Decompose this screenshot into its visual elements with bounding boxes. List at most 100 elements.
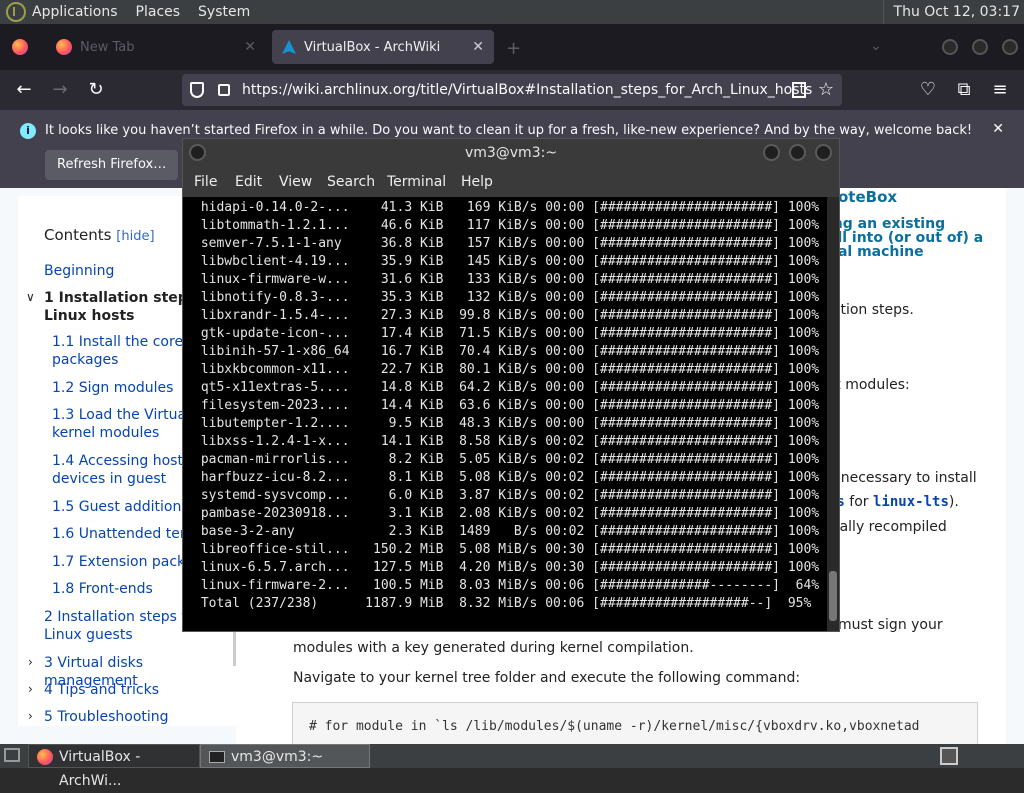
terminal-line: libinih-57-1-x86_64 16.7 KiB 70.4 KiB/s … <box>193 344 820 359</box>
chevron-right-icon[interactable]: › <box>28 655 33 669</box>
menu-applications[interactable]: Applications <box>32 4 118 20</box>
article-text: Navigate to your kernel tree folder and … <box>293 670 801 686</box>
terminal-titlebar[interactable]: vm3@vm3:~ <box>183 139 839 167</box>
terminal-line: filesystem-2023.... 14.4 KiB 63.6 KiB/s … <box>193 398 820 413</box>
toc-item-install-core-cont[interactable]: packages <box>52 351 118 369</box>
taskbar-item-terminal[interactable]: vm3@vm3:~ <box>200 744 370 768</box>
menu-search[interactable]: Search <box>327 174 375 190</box>
taskbar: VirtualBox - ArchWi... vm3@vm3:~ <box>0 744 1024 789</box>
pocket-icon[interactable]: ♡ <box>916 79 940 100</box>
related-link-line[interactable]: ual machine <box>828 244 924 260</box>
terminal-line: pacman-mirrorlis... 8.2 KiB 5.05 KiB/s 0… <box>193 452 820 467</box>
terminal-line: harfbuzz-icu-8.2... 8.1 KiB 5.08 KiB/s 0… <box>193 470 820 485</box>
reload-icon[interactable]: ↻ <box>84 79 108 100</box>
maximize-button[interactable] <box>789 144 806 161</box>
toc-item-load-modules-cont[interactable]: kernel modules <box>52 424 159 442</box>
maximize-button[interactable] <box>972 39 988 55</box>
archlinux-icon <box>282 40 296 54</box>
terminal-scrollbar[interactable] <box>827 197 839 631</box>
toc-item-guest-additions[interactable]: 1.5 Guest additions <box>52 498 189 516</box>
terminal-menubar: File Edit View Search Terminal Help <box>183 167 839 197</box>
task-label: VirtualBox - ArchWi... <box>59 749 141 789</box>
firefox-icon <box>37 749 53 765</box>
close-icon[interactable]: ✕ <box>472 39 484 55</box>
terminal-output[interactable]: hidapi-0.14.0-2-... 41.3 KiB 169 KiB/s 0… <box>183 197 827 631</box>
terminal-line: systemd-sysvcomp... 6.0 KiB 3.87 KiB/s 0… <box>193 488 820 503</box>
reader-view-icon[interactable] <box>792 82 806 98</box>
lock-icon[interactable] <box>218 84 230 96</box>
clock[interactable]: Thu Oct 12, 03:17 <box>882 0 1020 24</box>
chevron-down-icon[interactable]: ⌄ <box>870 38 882 54</box>
tab-new-tab[interactable]: New Tab ✕ <box>44 30 266 64</box>
url-bar[interactable]: https://wiki.archlinux.org/title/Virtual… <box>182 74 842 106</box>
close-window-button[interactable] <box>815 144 832 161</box>
toc-item-front-ends[interactable]: 1.8 Front-ends <box>52 580 153 598</box>
toc-item-load-modules[interactable]: 1.3 Load the VirtualB <box>52 406 200 424</box>
url-text[interactable]: https://wiki.archlinux.org/title/Virtual… <box>242 82 812 98</box>
menu-terminal[interactable]: Terminal <box>387 174 446 190</box>
toc-item-unattended[interactable]: 1.6 Unattended temp <box>52 525 202 543</box>
terminal-window[interactable]: vm3@vm3:~ File Edit View Search Terminal… <box>182 138 840 632</box>
terminal-line: hidapi-0.14.0-2-... 41.3 KiB 169 KiB/s 0… <box>193 200 820 215</box>
forward-icon[interactable]: → <box>48 79 72 100</box>
package-link-linux-lts[interactable]: linux-lts <box>873 494 949 510</box>
window-menu-button[interactable] <box>189 144 206 161</box>
scrollbar-thumb[interactable] <box>829 571 837 621</box>
minimize-button[interactable] <box>942 39 958 55</box>
tab-virtualbox-archwiki[interactable]: VirtualBox - ArchWiki ✕ <box>272 30 494 64</box>
firefox-icon <box>56 39 72 55</box>
menu-file[interactable]: File <box>194 174 217 190</box>
toc-item-install-core[interactable]: 1.1 Install the core <box>52 333 183 351</box>
system-logo-icon[interactable] <box>6 2 26 22</box>
toc-item-usb-devices-cont[interactable]: devices in guest <box>52 470 166 488</box>
workspace-switcher[interactable] <box>940 747 958 765</box>
toc-item-installation-arch-guests-cont[interactable]: Linux guests <box>44 626 133 644</box>
close-icon[interactable]: ✕ <box>992 121 1004 137</box>
article-text: y necessary to install <box>828 470 977 486</box>
related-note-title[interactable]: oteBox <box>838 188 897 206</box>
extensions-icon[interactable]: ⧉ <box>952 79 976 100</box>
toc-item-beginning[interactable]: Beginning <box>44 262 114 280</box>
minimize-button[interactable] <box>763 144 780 161</box>
chevron-right-icon[interactable]: › <box>28 709 33 723</box>
hamburger-menu-icon[interactable]: ≡ <box>988 79 1012 100</box>
firefox-view-icon[interactable] <box>12 39 28 55</box>
toc-item-troubleshooting[interactable]: 5 Troubleshooting <box>44 708 169 726</box>
article-text: st modules: <box>828 377 910 393</box>
menu-view[interactable]: View <box>279 174 312 190</box>
toc-item-installation-arch-hosts-cont[interactable]: Linux hosts <box>44 307 135 325</box>
terminal-line: qt5-x11extras-5.... 14.8 KiB 64.2 KiB/s … <box>193 380 820 395</box>
terminal-line: pambase-20230918... 3.1 KiB 2.08 KiB/s 0… <box>193 506 820 521</box>
chevron-right-icon[interactable]: › <box>28 682 33 696</box>
terminal-line: libreoffice-stil... 150.2 MiB 5.08 MiB/s… <box>193 542 820 557</box>
shield-icon[interactable] <box>190 82 204 98</box>
toc-item-sign-modules[interactable]: 1.2 Sign modules <box>52 379 173 397</box>
browser-tabbar: New Tab ✕ VirtualBox - ArchWiki ✕ + ⌄ <box>0 24 1024 70</box>
terminal-line: libutempter-1.2.... 9.5 KiB 48.3 KiB/s 0… <box>193 416 820 431</box>
menu-edit[interactable]: Edit <box>235 174 262 190</box>
menu-places[interactable]: Places <box>136 4 181 20</box>
toc-item-usb-devices[interactable]: 1.4 Accessing host U <box>52 452 198 470</box>
bookmark-star-icon[interactable]: ☆ <box>818 74 834 106</box>
toc-item-installation-arch-guests[interactable]: 2 Installation steps for <box>44 608 201 626</box>
toc-item-tips-tricks[interactable]: 4 Tips and tricks <box>44 681 159 699</box>
toc-hide-link[interactable]: [hide] <box>116 229 154 244</box>
terminal-line: linux-firmware-2... 100.5 MiB 8.03 MiB/s… <box>193 578 820 593</box>
refresh-firefox-button[interactable]: Refresh Firefox… <box>45 150 179 180</box>
taskbar-item-firefox[interactable]: VirtualBox - ArchWi... <box>28 744 200 789</box>
menu-help[interactable]: Help <box>461 174 493 190</box>
terminal-title: vm3@vm3:~ <box>464 145 558 161</box>
close-window-button[interactable] <box>1002 39 1018 55</box>
article-text: must sign your <box>838 617 943 633</box>
terminal-line: libxss-1.2.4-1-x... 14.1 KiB 8.58 KiB/s … <box>193 434 820 449</box>
terminal-line: semver-7.5.1-1-any 36.8 KiB 157 KiB/s 00… <box>193 236 820 251</box>
terminal-line: libwbclient-4.19... 35.9 KiB 145 KiB/s 0… <box>193 254 820 269</box>
toc-item-extension-pack[interactable]: 1.7 Extension pack <box>52 553 185 571</box>
close-icon[interactable]: ✕ <box>244 39 256 55</box>
back-icon[interactable]: ← <box>12 79 36 100</box>
show-desktop-icon[interactable] <box>4 748 20 762</box>
new-tab-icon[interactable]: + <box>506 38 521 59</box>
chevron-down-icon[interactable]: ∨ <box>26 290 35 304</box>
menu-system[interactable]: System <box>198 4 250 20</box>
article-text: modules with a key generated during kern… <box>293 640 694 656</box>
